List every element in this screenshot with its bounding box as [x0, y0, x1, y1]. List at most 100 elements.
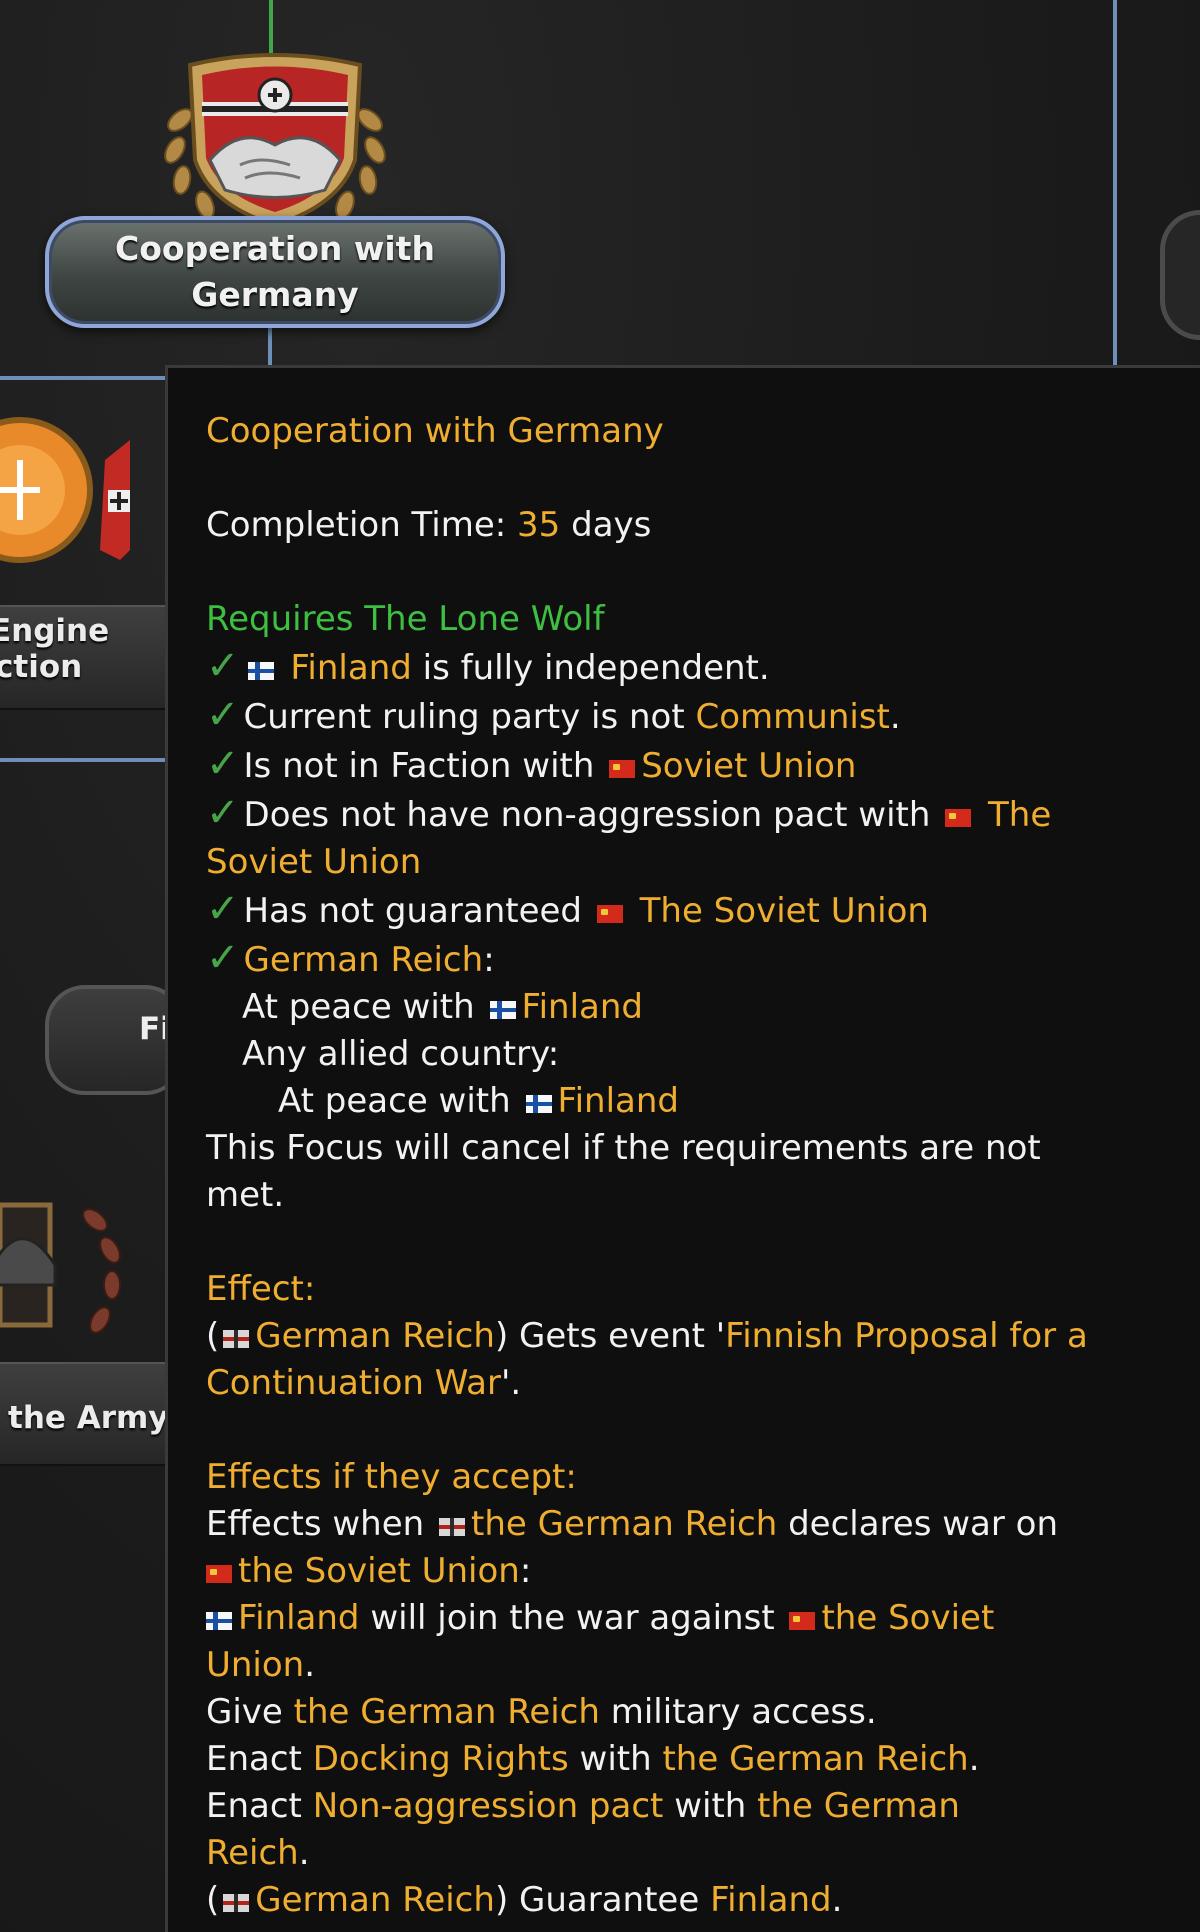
requirement-line: ✓ German Reich:: [206, 935, 495, 981]
country-name: Soviet Union: [206, 842, 422, 882]
accept-line: Enact Docking Rights with the German Rei…: [206, 1739, 980, 1779]
focus-node-label-line: Engine: [0, 613, 110, 649]
country-name: German Reich: [255, 1316, 495, 1356]
country-name: the Soviet Union: [238, 1551, 520, 1591]
country-name: Soviet Union: [641, 746, 857, 786]
country-name: Finland: [521, 987, 644, 1027]
connector-line: [0, 758, 165, 762]
country-name: Union: [206, 1645, 305, 1685]
focus-node-label[interactable]: the Army: [0, 1362, 169, 1466]
tooltip-title: Cooperation with Germany: [206, 411, 664, 451]
country-name: the German Reich: [662, 1739, 969, 1779]
connector-line: [1113, 0, 1117, 365]
focus-node-label[interactable]: Cooperation with Germany: [45, 216, 505, 328]
requirement-line: ✓ Current ruling party is not Communist.: [206, 692, 901, 738]
accept-label: Effects if they accept:: [206, 1457, 577, 1497]
focus-node-label[interactable]: [1160, 210, 1200, 340]
german-flag-icon: [439, 1518, 466, 1536]
requires-label: Requires The Lone Wolf: [206, 599, 605, 639]
country-name: German Reich: [243, 940, 484, 980]
accept-line: Finland will join the war against the So…: [206, 1598, 995, 1685]
checkmark-icon: ✓: [206, 643, 240, 689]
effect-text: Enact: [206, 1739, 302, 1779]
requirement-line: ✓ Is not in Faction with Soviet Union: [206, 741, 1200, 790]
accept-line: Effects when the German Reich declares w…: [206, 1504, 1059, 1591]
country-name: Finland: [557, 1081, 680, 1121]
country-name: Finland: [710, 1880, 832, 1920]
focus-node-label[interactable]: Engine ction: [0, 605, 165, 710]
effect-text: declares war on: [788, 1504, 1059, 1544]
country-name: The: [988, 795, 1052, 835]
checkmark-icon: ✓: [206, 741, 240, 787]
cancel-note: This Focus will cancel if the requiremen…: [206, 1125, 1200, 1219]
soviet-flag-icon: [206, 1565, 232, 1583]
requirement-text: At peace with: [278, 1081, 511, 1121]
country-name: German Reich: [255, 1880, 495, 1920]
requirement-text: At peace with: [242, 987, 475, 1027]
effect-text: will join the war against: [370, 1598, 775, 1638]
completion-time: Completion Time: 35 days: [206, 502, 1200, 549]
law-name: Docking Rights: [312, 1739, 569, 1779]
effect-text: with: [674, 1786, 747, 1826]
finland-flag-icon: [525, 1095, 552, 1113]
cancel-note-text: met.: [206, 1175, 285, 1215]
effect-text: with: [579, 1739, 652, 1779]
finland-flag-icon: [206, 1612, 232, 1630]
checkmark-icon: ✓: [206, 935, 240, 981]
country-name: the German Reich: [471, 1504, 778, 1544]
ensila-emblem-icon[interactable]: [0, 400, 165, 600]
requirement-text: Current ruling party is not: [243, 697, 685, 737]
effect-label: Effect:: [206, 1269, 316, 1309]
effect-text: Enact: [206, 1786, 302, 1826]
requirement-subline: At peace with Finland: [206, 1078, 1200, 1125]
effect-text: Effects when: [206, 1504, 425, 1544]
ideology-name: Communist: [695, 697, 890, 737]
requirement-subline: Any allied country:: [242, 1034, 560, 1074]
handshake-shield-icon[interactable]: [150, 40, 400, 240]
requirement-line: ✓ Does not have non-aggression pact with …: [206, 790, 1200, 886]
country-name: Reich: [206, 1833, 299, 1873]
requirement-text: Does not have non-aggression pact with: [243, 795, 931, 835]
finland-flag-icon: [489, 1001, 516, 1019]
connector-line: [0, 376, 165, 380]
checkmark-icon: ✓: [206, 692, 240, 738]
requirement-text: Is not in Faction with: [243, 746, 595, 786]
focus-node-label-line: ction: [0, 649, 83, 685]
german-flag-icon: [223, 1330, 250, 1348]
event-name: Continuation War: [206, 1363, 501, 1403]
effect-text: ) Gets event ': [494, 1316, 726, 1356]
law-name: Non-aggression pact: [312, 1786, 664, 1826]
focus-node-label[interactable]: Fi: [45, 985, 185, 1095]
country-name: Finland: [238, 1598, 360, 1638]
checkmark-icon: ✓: [206, 886, 240, 932]
checkmark-icon: ✓: [206, 790, 240, 836]
requirement-text: is fully independent.: [422, 648, 770, 688]
country-name: Finland: [290, 648, 412, 688]
country-name: the German Reich: [293, 1692, 600, 1732]
soviet-flag-icon: [596, 905, 623, 923]
accept-line: Enact Non-aggression pact with the Germa…: [206, 1786, 960, 1873]
effect-text: military access.: [610, 1692, 877, 1732]
soviet-flag-icon: [789, 1612, 816, 1630]
soviet-flag-icon: [945, 809, 972, 827]
completion-value: 35: [517, 505, 561, 545]
german-flag-icon: [223, 1894, 250, 1912]
soviet-flag-icon: [609, 760, 636, 778]
requirement-line: ✓ Has not guaranteed The Soviet Union: [206, 886, 1200, 935]
event-name: Finnish Proposal for a: [725, 1316, 1088, 1356]
completion-unit: days: [571, 505, 652, 545]
requirement-line: ✓ Finland is fully independent.: [206, 643, 1200, 692]
country-name: the Soviet: [821, 1598, 995, 1638]
effect-text: ) Guarantee: [494, 1880, 700, 1920]
country-name: the German: [757, 1786, 960, 1826]
cancel-note-text: This Focus will cancel if the requiremen…: [206, 1128, 1041, 1168]
country-name: The Soviet Union: [639, 891, 929, 931]
focus-node-label-line: the Army: [8, 1400, 169, 1436]
finland-flag-icon: [247, 662, 274, 680]
completion-label: Completion Time:: [206, 505, 507, 545]
focus-tooltip: Cooperation with Germany Completion Time…: [165, 365, 1200, 1932]
accept-line: (German Reich) Guarantee Finland.: [206, 1880, 843, 1920]
helmet-wreath-icon[interactable]: [0, 1175, 165, 1375]
accept-line: Give the German Reich military access.: [206, 1689, 1200, 1736]
effect-line: (German Reich) Gets event 'Finnish Propo…: [206, 1316, 1088, 1403]
